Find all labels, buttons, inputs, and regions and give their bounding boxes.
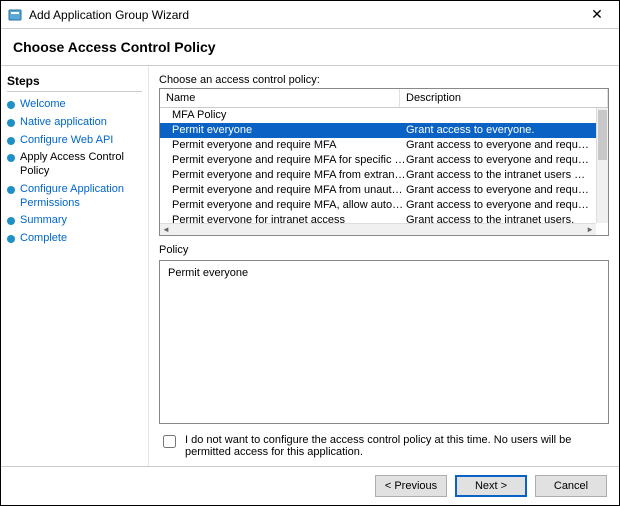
step-apply-access-control-policy[interactable]: Apply Access Control Policy xyxy=(7,151,142,179)
main-panel: Choose an access control policy: Name De… xyxy=(149,66,619,466)
optout-row: I do not want to configure the access co… xyxy=(159,434,609,458)
body: Steps Welcome Native application Configu… xyxy=(1,66,619,466)
cell-desc xyxy=(406,108,590,123)
cell-desc: Grant access to the intranet users and r… xyxy=(406,168,590,183)
next-button[interactable]: Next > xyxy=(455,475,527,497)
list-row[interactable]: Permit everyone and require MFA for spec… xyxy=(160,153,596,168)
steps-title: Steps xyxy=(7,74,142,88)
cell-name: Permit everyone for intranet access xyxy=(166,213,406,223)
cell-name: Permit everyone xyxy=(166,123,406,138)
cell-name: Permit everyone and require MFA from ext… xyxy=(166,168,406,183)
list-header: Name Description xyxy=(160,89,608,108)
cell-name: Permit everyone and require MFA xyxy=(166,138,406,153)
step-label[interactable]: Configure Application Permissions xyxy=(20,183,142,211)
cancel-button[interactable]: Cancel xyxy=(535,475,607,497)
titlebar: Add Application Group Wizard ✕ xyxy=(1,1,619,29)
page-title: Choose Access Control Policy xyxy=(13,39,607,55)
col-name[interactable]: Name xyxy=(160,89,400,107)
page-header: Choose Access Control Policy xyxy=(1,29,619,66)
bullet-icon xyxy=(7,217,15,225)
step-summary[interactable]: Summary xyxy=(7,214,142,228)
cell-desc: Grant access to everyone and require MFA… xyxy=(406,138,590,153)
horizontal-scrollbar[interactable]: ◄► xyxy=(160,223,596,235)
bullet-icon xyxy=(7,154,15,162)
list-row[interactable]: Permit everyone and require MFA, allow a… xyxy=(160,198,596,213)
cell-desc: Grant access to everyone and require MFA… xyxy=(406,198,590,213)
scroll-left-icon[interactable]: ◄ xyxy=(162,225,170,234)
previous-button[interactable]: < Previous xyxy=(375,475,447,497)
step-complete[interactable]: Complete xyxy=(7,232,142,246)
cell-name: Permit everyone and require MFA from una… xyxy=(166,183,406,198)
cell-desc: Grant access to everyone and require MFA… xyxy=(406,183,590,198)
wizard-window: Add Application Group Wizard ✕ Choose Ac… xyxy=(0,0,620,506)
bullet-icon xyxy=(7,235,15,243)
list-body: MFA Policy Permit everyoneGrant access t… xyxy=(160,108,608,235)
step-configure-application-permissions[interactable]: Configure Application Permissions xyxy=(7,183,142,211)
policy-preview: Permit everyone xyxy=(159,260,609,424)
list-row[interactable]: Permit everyone and require MFAGrant acc… xyxy=(160,138,596,153)
cell-name: Permit everyone and require MFA, allow a… xyxy=(166,198,406,213)
close-button[interactable]: ✕ xyxy=(581,6,613,23)
cell-name: MFA Policy xyxy=(166,108,406,123)
step-configure-web-api[interactable]: Configure Web API xyxy=(7,134,142,148)
scroll-thumb[interactable] xyxy=(598,110,607,160)
optout-checkbox[interactable] xyxy=(163,435,176,448)
list-row[interactable]: Permit everyone for intranet accessGrant… xyxy=(160,213,596,223)
footer: < Previous Next > Cancel xyxy=(1,466,619,505)
list-rows: MFA Policy Permit everyoneGrant access t… xyxy=(160,108,596,223)
list-row[interactable]: MFA Policy xyxy=(160,108,596,123)
list-row[interactable]: Permit everyone and require MFA from una… xyxy=(160,183,596,198)
step-label[interactable]: Summary xyxy=(20,214,67,228)
step-native-application[interactable]: Native application xyxy=(7,116,142,130)
steps-sidebar: Steps Welcome Native application Configu… xyxy=(1,66,149,466)
list-row[interactable]: Permit everyone and require MFA from ext… xyxy=(160,168,596,183)
step-label[interactable]: Welcome xyxy=(20,98,66,112)
window-title: Add Application Group Wizard xyxy=(29,8,581,22)
policy-label: Policy xyxy=(159,244,609,256)
list-row[interactable]: Permit everyoneGrant access to everyone. xyxy=(160,123,596,138)
step-welcome[interactable]: Welcome xyxy=(7,98,142,112)
bullet-icon xyxy=(7,186,15,194)
choose-label: Choose an access control policy: xyxy=(159,74,609,86)
policy-text: Permit everyone xyxy=(168,267,248,279)
step-label: Apply Access Control Policy xyxy=(20,151,142,179)
bullet-icon xyxy=(7,137,15,145)
cell-name: Permit everyone and require MFA for spec… xyxy=(166,153,406,168)
cell-desc: Grant access to everyone and require MFA… xyxy=(406,153,590,168)
bullet-icon xyxy=(7,101,15,109)
step-label[interactable]: Complete xyxy=(20,232,67,246)
divider xyxy=(7,91,142,92)
step-label[interactable]: Configure Web API xyxy=(20,134,113,148)
app-icon xyxy=(7,7,23,23)
vertical-scrollbar[interactable] xyxy=(596,108,608,223)
col-description[interactable]: Description xyxy=(400,89,608,107)
cell-desc: Grant access to everyone. xyxy=(406,123,590,138)
optout-label[interactable]: I do not want to configure the access co… xyxy=(185,434,609,458)
step-label[interactable]: Native application xyxy=(20,116,107,130)
cell-desc: Grant access to the intranet users. xyxy=(406,213,590,223)
scroll-right-icon[interactable]: ► xyxy=(586,225,594,234)
policy-list[interactable]: Name Description MFA Policy Permit every… xyxy=(159,88,609,236)
bullet-icon xyxy=(7,119,15,127)
